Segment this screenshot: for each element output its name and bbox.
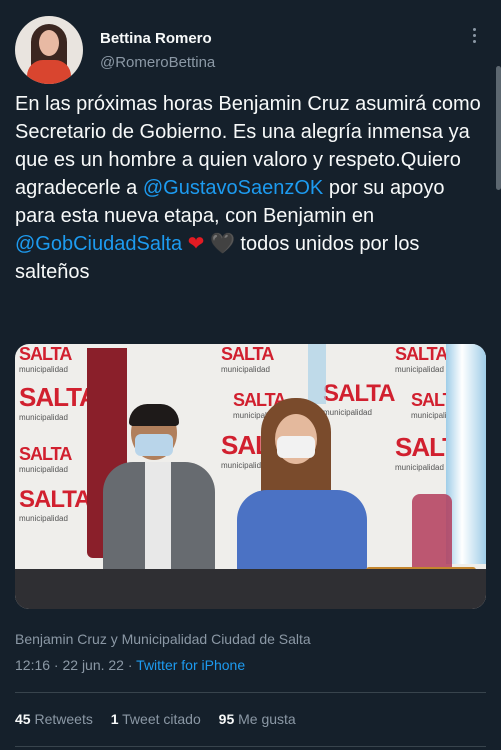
- salta-logo: SALTA municipalidad: [395, 344, 448, 374]
- retweets-label[interactable]: Retweets: [34, 711, 92, 727]
- salta-logo: SALTA municipalidad: [19, 382, 98, 422]
- divider: [15, 746, 486, 747]
- salta-logo: SALTA municipalidad: [19, 344, 72, 374]
- table: [15, 569, 486, 609]
- likes-label[interactable]: Me gusta: [238, 711, 296, 727]
- tweet-photo[interactable]: SALTA municipalidad SALTA municipalidad SA…: [15, 344, 486, 609]
- tweet-text: En las próximas horas Benjamin Cruz asum…: [15, 90, 487, 286]
- retweets-count[interactable]: 45: [15, 711, 31, 727]
- author-handle[interactable]: @RomeroBettina: [100, 54, 215, 71]
- quotes-label[interactable]: Tweet citado: [122, 711, 201, 727]
- argentina-flag: [446, 344, 486, 564]
- mention-gustavosaenz[interactable]: @GustavoSaenzOK: [143, 177, 323, 199]
- argentina-flag: [308, 344, 326, 404]
- avatar-face: [39, 30, 59, 56]
- scrollbar[interactable]: [496, 66, 501, 190]
- likes-count[interactable]: 95: [219, 711, 235, 727]
- source-link[interactable]: Twitter for iPhone: [136, 657, 245, 673]
- salta-logo: SALTA municipalidad: [19, 486, 91, 523]
- red-heart-icon: ❤: [187, 233, 205, 255]
- mention-gobciudadsalta[interactable]: @GobCiudadSalta: [15, 233, 182, 255]
- woman-figure: [217, 398, 377, 590]
- salta-logo: SALTA municipalidad: [19, 444, 72, 474]
- avatar-body: [27, 60, 71, 84]
- author-name[interactable]: Bettina Romero: [100, 30, 212, 47]
- more-options-icon[interactable]: [466, 26, 482, 48]
- tweet-stats: 45 Retweets 1 Tweet citado 95 Me gusta: [15, 711, 296, 727]
- tweet-meta: 12:16 · 22 jun. 22 · Twitter for iPhone: [15, 657, 245, 673]
- timestamp[interactable]: 12:16 · 22 jun. 22 ·: [15, 657, 136, 673]
- quotes-count[interactable]: 1: [111, 711, 119, 727]
- avatar[interactable]: [15, 16, 83, 84]
- tweet-header: Bettina Romero @RomeroBettina: [15, 16, 486, 86]
- media-caption[interactable]: Benjamin Cruz y Municipalidad Ciudad de …: [15, 631, 311, 647]
- salta-logo: SALTA municipalidad: [221, 344, 274, 374]
- black-heart-icon: 🖤: [209, 233, 235, 255]
- divider: [15, 692, 486, 693]
- decorative-bottles: [412, 494, 452, 570]
- man-figure: [97, 404, 217, 582]
